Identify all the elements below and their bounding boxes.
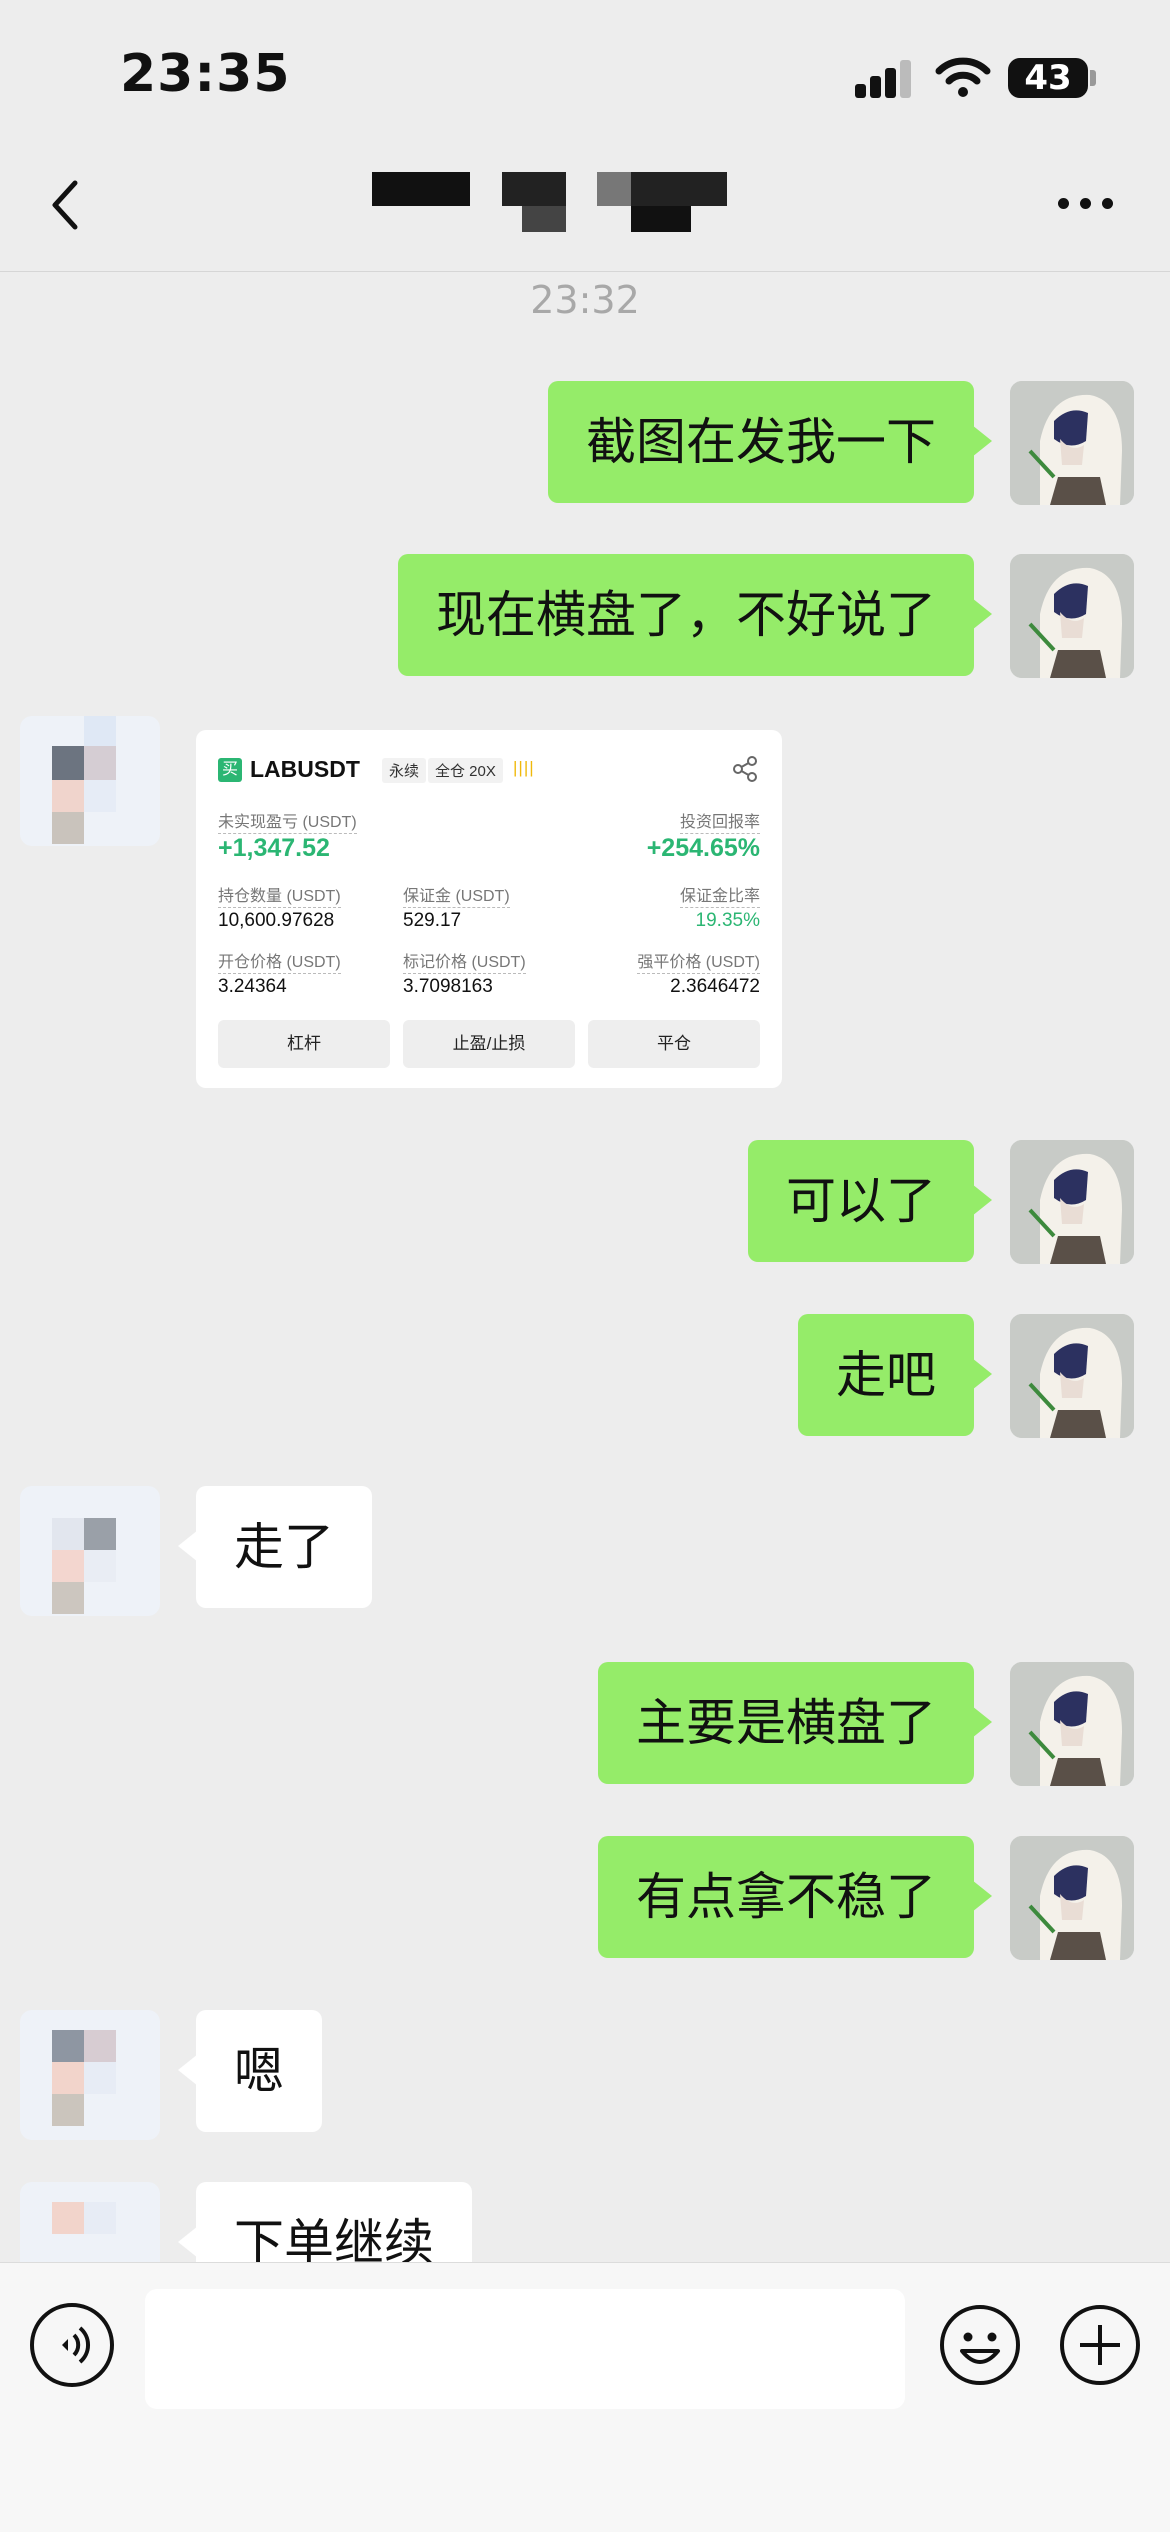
avatar-illustration [1010,381,1134,505]
self-avatar[interactable] [1010,1140,1134,1264]
margin-label: 保证金 (USDT) [403,882,510,908]
self-avatar[interactable] [1010,1662,1134,1786]
contact-name-redacted-3 [597,172,727,232]
entry-price-label: 开仓价格 (USDT) [218,948,341,974]
avatar-illustration [1010,554,1134,678]
contact-name-redacted-2 [502,172,566,232]
unrealized-pnl-value: +1,347.52 [218,834,330,862]
message-bubble-other[interactable]: 走了 [178,1486,372,1608]
battery-icon: 43 [1008,58,1088,98]
avatar-illustration [1010,1140,1134,1264]
position-strength-bars: |||| [513,758,535,777]
status-bar: 23:35 43 [0,0,1170,150]
self-avatar[interactable] [1010,381,1134,505]
message-bubble-self[interactable]: 主要是横盘了 [598,1662,992,1784]
voice-input-button[interactable] [30,2303,114,2387]
liq-price-value: 2.3646472 [670,976,760,997]
margin-ratio-label: 保证金比率 [679,882,760,908]
self-avatar[interactable] [1010,1836,1134,1960]
message-bubble-self[interactable]: 截图在发我一下 [548,381,992,503]
trade-header: 买 LABUSDT 永续 全仓 20X |||| [218,754,760,794]
avatar-illustration [1010,1662,1134,1786]
entry-price-value: 3.24364 [218,976,287,997]
mark-price-value: 3.7098163 [403,976,493,997]
roi-value: +254.65% [646,834,760,862]
other-avatar[interactable] [20,2010,160,2140]
emoji-icon[interactable] [938,2303,1022,2387]
trade-screenshot-image[interactable]: 买 LABUSDT 永续 全仓 20X |||| 未实现盈亏 (USDT) +1… [196,730,782,1088]
voice-icon [62,2326,91,2364]
avatar-illustration [1010,1836,1134,1960]
share-icon [733,756,757,782]
chat-timestamp: 23:32 [530,278,640,322]
input-bar [0,2262,1170,2532]
other-avatar[interactable] [20,716,160,846]
signal-icon [855,58,915,98]
other-avatar[interactable] [20,2182,160,2262]
message-bubble-other[interactable]: 下单继续 [178,2182,472,2262]
back-icon[interactable] [45,175,85,235]
chat-overflow-clip: 下单继续 [0,2180,1170,2262]
message-bubble-self[interactable]: 现在横盘了，不好说了 [398,554,992,676]
battery-cap [1090,70,1096,86]
message-input[interactable] [145,2289,905,2409]
leverage-button: 杠杆 [218,1020,390,1068]
liq-price-label: 强平价格 (USDT) [637,948,760,974]
margin-value: 529.17 [403,910,462,931]
unrealized-pnl-label: 未实现盈亏 (USDT) [218,808,357,834]
self-avatar[interactable] [1010,554,1134,678]
self-avatar[interactable] [1010,1314,1134,1438]
status-time: 23:35 [120,44,291,104]
wifi-icon [935,57,991,97]
more-icon[interactable] [1058,198,1114,210]
contact-name-redacted [372,172,470,228]
tpsl-button: 止盈/止损 [403,1020,575,1068]
close-position-button: 平仓 [588,1020,760,1068]
message-bubble-self[interactable]: 可以了 [748,1140,992,1262]
mark-price-label: 标记价格 (USDT) [403,948,526,974]
message-bubble-self[interactable]: 有点拿不稳了 [598,1836,992,1958]
trade-symbol: LABUSDT [250,756,360,782]
perpetual-tag: 永续 [382,758,427,783]
buy-badge: 买 [218,758,242,782]
other-avatar[interactable] [20,1486,160,1616]
margin-ratio-value: 19.35% [695,910,760,931]
roi-label: 投资回报率 [679,808,760,834]
margin-mode-tag: 全仓 20X [428,758,503,783]
message-bubble-other[interactable]: 嗯 [178,2010,322,2132]
message-bubble-self[interactable]: 走吧 [798,1314,992,1436]
avatar-illustration [1010,1314,1134,1438]
nav-bar [0,150,1170,272]
plus-icon[interactable] [1058,2303,1142,2387]
position-qty-value: 10,600.97628 [218,910,335,931]
position-qty-label: 持仓数量 (USDT) [218,882,341,908]
